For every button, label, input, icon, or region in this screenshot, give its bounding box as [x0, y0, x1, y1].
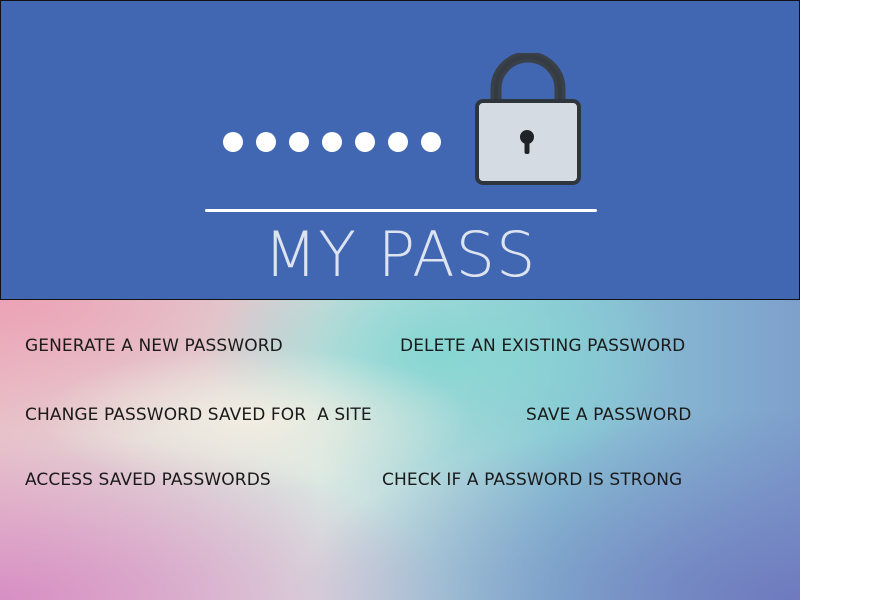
delete-password-option[interactable]: DELETE AN EXISTING PASSWORD: [400, 336, 685, 356]
password-dot: [256, 132, 276, 152]
check-strength-option[interactable]: CHECK IF A PASSWORD IS STRONG: [382, 470, 682, 490]
password-dot: [421, 132, 441, 152]
app-title: MY PASS: [263, 218, 537, 291]
masked-password-dots: [223, 132, 441, 152]
save-password-option[interactable]: SAVE A PASSWORD: [526, 405, 691, 425]
change-password-option[interactable]: CHANGE PASSWORD SAVED FOR A SITE: [25, 405, 372, 425]
padlock-icon: [475, 53, 581, 185]
password-dot: [355, 132, 375, 152]
access-passwords-option[interactable]: ACCESS SAVED PASSWORDS: [25, 470, 271, 490]
header-banner: MY PASS: [0, 0, 800, 300]
generate-password-option[interactable]: GENERATE A NEW PASSWORD: [25, 336, 283, 356]
menu-panel: GENERATE A NEW PASSWORD DELETE AN EXISTI…: [0, 299, 800, 600]
password-dot: [289, 132, 309, 152]
divider-line: [205, 209, 597, 212]
password-dot: [322, 132, 342, 152]
app-window: MY PASS GENERATE A NEW PASSWORD DELETE A…: [0, 0, 800, 600]
password-dot: [388, 132, 408, 152]
password-dot: [223, 132, 243, 152]
